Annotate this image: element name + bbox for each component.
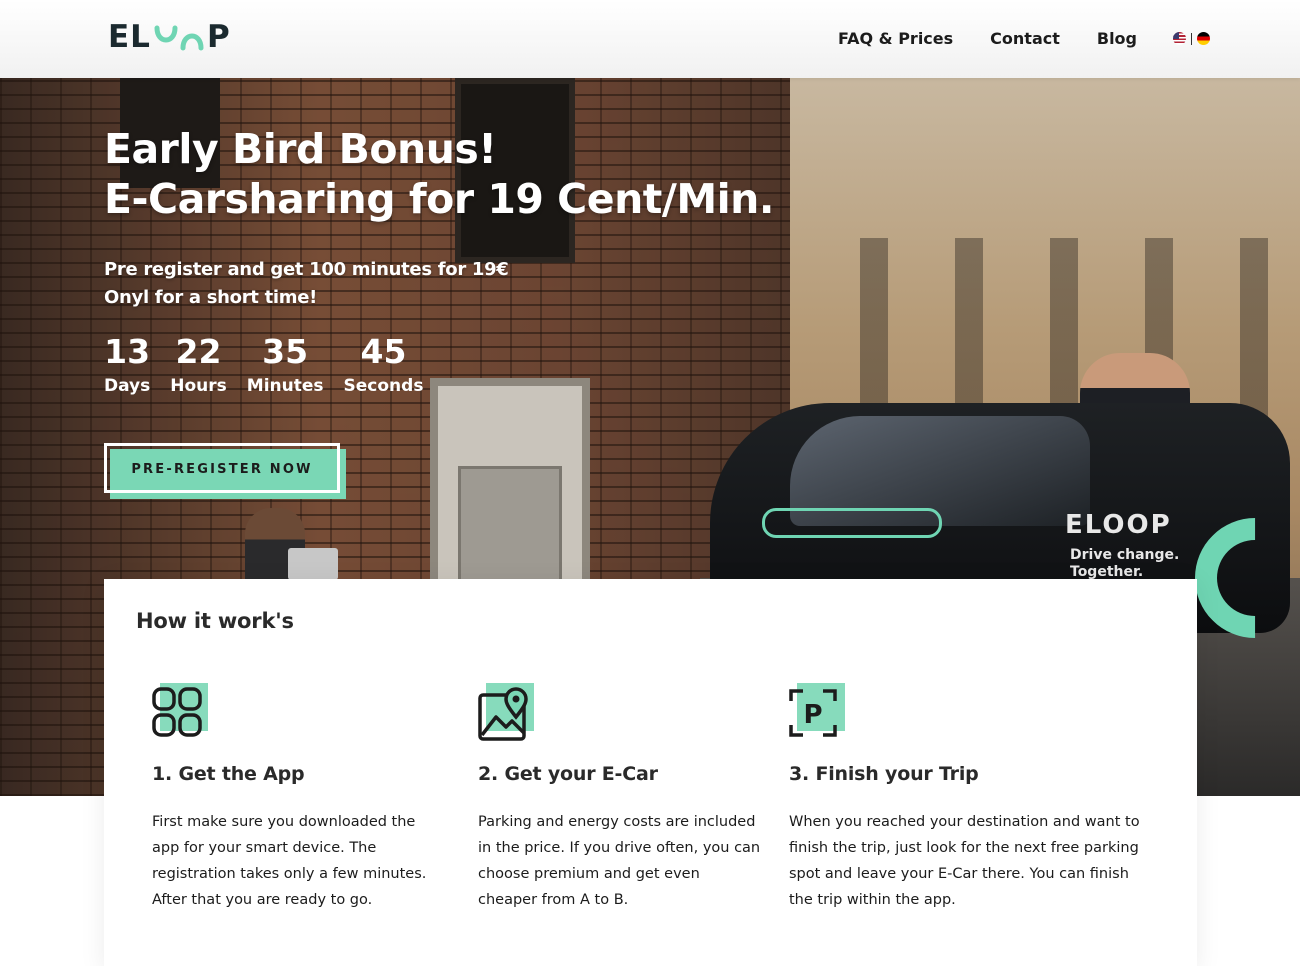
step-title: 1. Get the App — [152, 763, 305, 785]
car-tagline-line1: Drive change. — [1070, 547, 1180, 563]
parking-icon: P — [789, 683, 847, 741]
app-grid-icon — [152, 683, 210, 741]
how-it-works-title: How it work's — [136, 609, 294, 633]
step-description: First make sure you downloaded the app f… — [152, 814, 427, 908]
site-header: EL P FAQ & Prices Contact Blog — [0, 0, 1300, 78]
countdown-seconds: 45 Seconds — [344, 332, 424, 400]
countdown-days-label: Days — [104, 376, 151, 396]
german-flag-icon[interactable] — [1197, 32, 1210, 45]
svg-text:P: P — [803, 700, 822, 730]
hero-subtitle: Pre register and get 100 minutes for 19€… — [104, 256, 509, 312]
laptop-image — [288, 548, 338, 580]
logo-left-text: EL — [108, 19, 151, 55]
step-title: 2. Get your E-Car — [478, 763, 658, 785]
car-tagline: Drive change. Together. — [1070, 547, 1179, 581]
language-switcher — [1173, 32, 1210, 45]
us-flag-icon[interactable] — [1173, 32, 1186, 45]
hero-subtitle-line1: Pre register and get 100 minutes for 19€ — [104, 259, 509, 280]
main-nav: FAQ & Prices Contact Blog — [801, 29, 1210, 48]
hero-subtitle-line2: Onyl for a short time! — [104, 287, 318, 308]
pre-register-button[interactable]: PRE-REGISTER NOW — [104, 443, 340, 493]
countdown-seconds-value: 45 — [360, 332, 407, 371]
step-get-app: 1. Get the App First make sure you downl… — [152, 683, 452, 913]
logo[interactable]: EL P — [108, 19, 231, 55]
nav-contact[interactable]: Contact — [990, 29, 1060, 48]
countdown-days-value: 13 — [104, 332, 151, 371]
countdown-hours-label: Hours — [170, 376, 227, 396]
step-description: Parking and energy costs are included in… — [478, 814, 761, 908]
logo-right-text: P — [206, 19, 231, 55]
step-get-ecar: 2. Get your E-Car Parking and energy cos… — [478, 683, 778, 913]
countdown-minutes: 35 Minutes — [247, 332, 324, 400]
logo-loop-icon — [154, 25, 204, 51]
parking-icon-svg: P — [789, 689, 837, 737]
step-finish-trip: P 3. Finish your Trip When you reached y… — [789, 683, 1140, 913]
hero-title: Early Bird Bonus! E-Carsharing for 19 Ce… — [104, 124, 774, 224]
language-separator — [1191, 32, 1192, 45]
countdown-hours: 22 Hours — [170, 332, 227, 400]
nav-faq-prices[interactable]: FAQ & Prices — [838, 29, 953, 48]
car-grille-trim — [762, 508, 942, 538]
countdown-hours-value: 22 — [175, 332, 222, 371]
map-pin-icon-svg — [478, 687, 528, 741]
step-title: 3. Finish your Trip — [789, 763, 979, 785]
pre-register-cta: PRE-REGISTER NOW — [104, 443, 346, 499]
app-grid-icon-svg — [152, 687, 202, 737]
step-description: When you reached your destination and wa… — [789, 814, 1140, 908]
countdown-minutes-value: 35 — [262, 332, 309, 371]
page: EL P FAQ & Prices Contact Blog ELOOP Dri… — [0, 0, 1300, 966]
nav-blog[interactable]: Blog — [1097, 29, 1137, 48]
hero-title-line2: E-Carsharing for 19 Cent/Min. — [104, 175, 774, 223]
countdown-seconds-label: Seconds — [343, 376, 424, 396]
how-it-works-card: How it work's 1. Get the App First make … — [104, 579, 1197, 966]
countdown-timer: 13 Days 22 Hours 35 Minutes 45 Seconds — [104, 332, 443, 400]
hero-title-line1: Early Bird Bonus! — [104, 125, 497, 173]
map-pin-icon — [478, 683, 536, 741]
car-brand-text: ELOOP — [1065, 510, 1172, 540]
countdown-minutes-label: Minutes — [246, 376, 324, 396]
countdown-days: 13 Days — [104, 332, 150, 400]
